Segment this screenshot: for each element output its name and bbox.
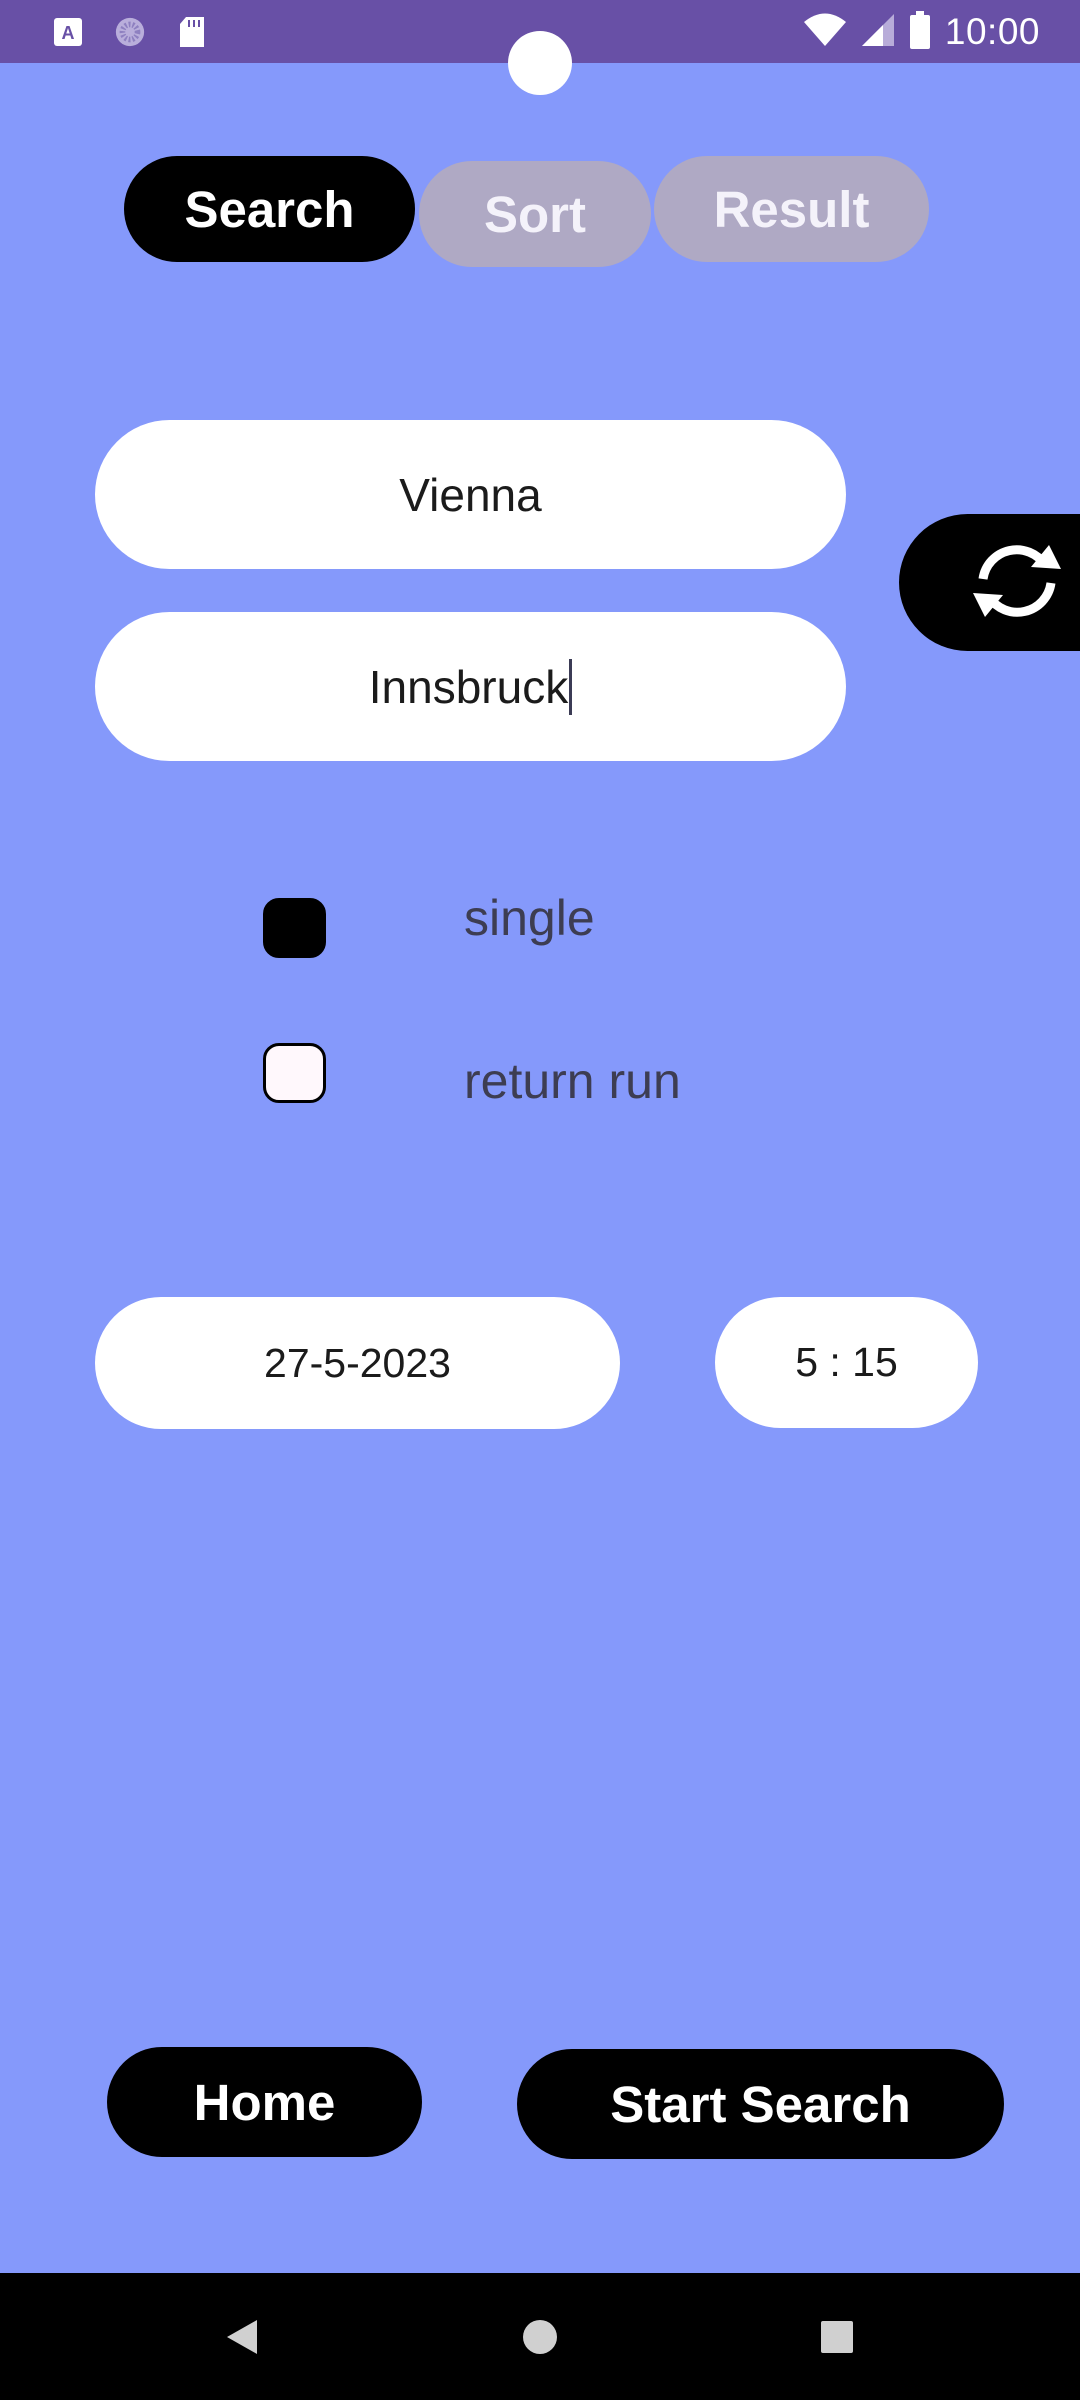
time-picker-field[interactable]: 5 : 15 [715, 1297, 978, 1428]
text-cursor [569, 658, 573, 715]
single-checkbox[interactable] [263, 898, 326, 958]
back-icon[interactable] [220, 2273, 264, 2400]
single-label: single [464, 890, 595, 946]
start-search-button[interactable]: Start Search [517, 2049, 1004, 2159]
camera-cutout [508, 31, 572, 95]
tab-sort[interactable]: Sort [419, 161, 651, 267]
to-station-input[interactable]: Innsbruck [95, 612, 846, 761]
date-picker-field[interactable]: 27-5-2023 [95, 1297, 620, 1429]
battery-icon [909, 11, 931, 53]
return-run-checkbox[interactable] [263, 1043, 326, 1103]
from-station-value: Vienna [399, 468, 542, 521]
tab-result[interactable]: Result [654, 156, 929, 262]
svg-text:A: A [62, 23, 75, 43]
signal-icon [861, 13, 895, 51]
from-station-input[interactable]: Vienna [95, 420, 846, 569]
spinner-icon [114, 16, 146, 48]
home-button[interactable]: Home [107, 2047, 422, 2157]
to-station-value: Innsbruck [368, 660, 569, 713]
return-run-label: return run [464, 1053, 681, 1109]
sd-card-icon [176, 16, 208, 48]
tab-search[interactable]: Search [124, 156, 415, 262]
status-system-icons: 10:00 [803, 10, 1040, 54]
swap-arrows-icon [969, 543, 1065, 623]
text-a-icon: A [52, 16, 84, 48]
wifi-icon [803, 13, 847, 51]
recents-icon[interactable] [815, 2273, 859, 2400]
system-navigation-bar [0, 2273, 1080, 2400]
status-clock: 10:00 [944, 11, 1040, 52]
status-notification-icons: A [52, 14, 208, 50]
home-nav-icon[interactable] [518, 2273, 562, 2400]
swap-stations-button[interactable] [899, 514, 1080, 651]
